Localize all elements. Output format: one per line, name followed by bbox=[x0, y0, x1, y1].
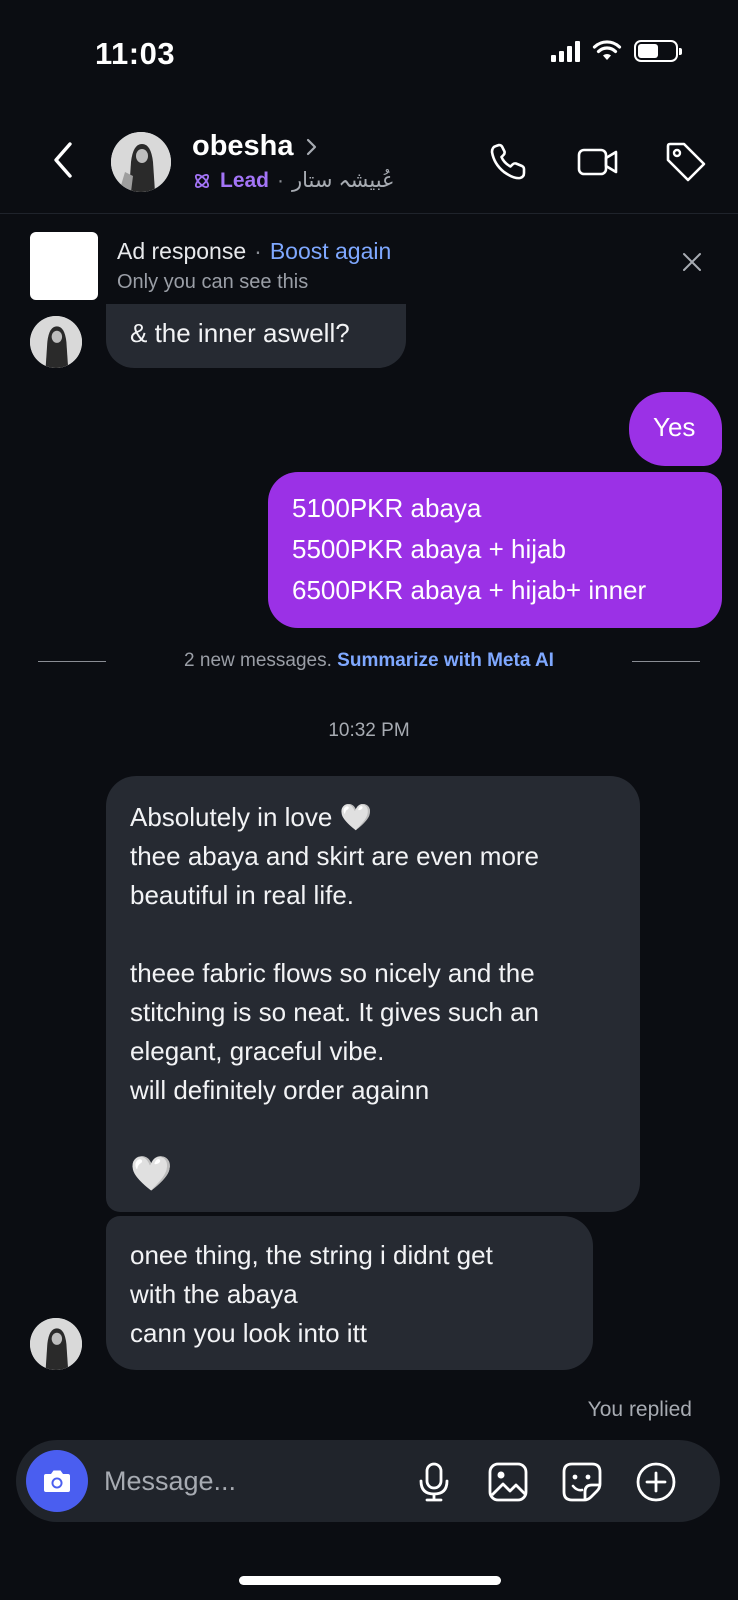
sender-avatar[interactable] bbox=[30, 316, 82, 368]
message-text: thee abaya and skirt are even more bbox=[130, 841, 540, 871]
message-text: onee thing, the string i didnt get bbox=[130, 1240, 493, 1270]
home-indicator[interactable] bbox=[239, 1576, 501, 1585]
camera-icon bbox=[44, 1470, 70, 1492]
lead-icon bbox=[194, 173, 210, 188]
divider-text: 2 new messages. Summarize with Meta AI bbox=[0, 650, 738, 672]
ad-subtitle: Only you can see this bbox=[117, 271, 309, 293]
message-text: 5100PKR abaya bbox=[292, 493, 482, 523]
message-composer bbox=[16, 1440, 720, 1522]
message-text: & the inner aswell? bbox=[130, 318, 350, 348]
cellular-signal-icon bbox=[551, 40, 580, 62]
summarize-link[interactable]: Summarize with Meta AI bbox=[337, 650, 554, 671]
contact-subtitle: Lead · عُبیشہ ستار bbox=[192, 168, 395, 193]
back-icon[interactable] bbox=[44, 140, 84, 180]
contact-avatar[interactable] bbox=[111, 132, 171, 192]
ad-title: Ad response bbox=[117, 238, 247, 264]
contact-name-row[interactable]: obesha bbox=[192, 130, 320, 163]
contact-name[interactable]: obesha bbox=[192, 130, 294, 163]
message-text: will definitely order againn bbox=[130, 1075, 430, 1105]
contact-handle: عُبیشہ ستار bbox=[292, 169, 395, 192]
video-call-icon[interactable] bbox=[576, 140, 620, 184]
microphone-icon[interactable] bbox=[412, 1460, 456, 1504]
message-text: 6500PKR abaya + hijab+ inner bbox=[292, 575, 647, 605]
message-text bbox=[130, 915, 616, 954]
status-icons bbox=[551, 40, 682, 62]
message-text: beautiful in real life. bbox=[130, 880, 355, 910]
message-text: stitching is so neat. It gives such an bbox=[130, 997, 539, 1027]
sticker-icon[interactable] bbox=[560, 1460, 604, 1504]
chat-header: obesha Lead · عُبیشہ ستار bbox=[0, 110, 738, 214]
close-icon[interactable] bbox=[680, 250, 704, 274]
lead-label: Lead bbox=[220, 168, 270, 192]
message-bubble-incoming[interactable]: onee thing, the string i didnt get with … bbox=[106, 1216, 593, 1370]
divider-line bbox=[632, 661, 700, 662]
battery-level bbox=[638, 44, 658, 58]
new-messages-divider: 2 new messages. Summarize with Meta AI bbox=[0, 648, 738, 678]
status-bar: 11:03 bbox=[0, 0, 738, 110]
message-bubble-outgoing[interactable]: Yes bbox=[629, 392, 722, 466]
gallery-icon[interactable] bbox=[486, 1460, 530, 1504]
you-replied-label: You replied bbox=[587, 1398, 692, 1421]
message-text: theee fabric flows so nicely and the bbox=[130, 958, 535, 988]
message-text: 🤍 bbox=[130, 1155, 173, 1193]
message-bubble-incoming[interactable]: Absolutely in love 🤍 thee abaya and skir… bbox=[106, 776, 640, 1212]
ad-separator: · bbox=[254, 238, 262, 264]
ad-title-row: Ad response · Boost again bbox=[117, 238, 391, 265]
subtitle-separator: · bbox=[277, 168, 285, 192]
message-timestamp: 10:32 PM bbox=[328, 720, 410, 741]
message-text: Yes bbox=[653, 412, 696, 442]
camera-button[interactable] bbox=[26, 1450, 88, 1512]
boost-again-link[interactable]: Boost again bbox=[270, 238, 391, 265]
sender-avatar[interactable] bbox=[30, 1318, 82, 1370]
plus-icon[interactable] bbox=[634, 1460, 678, 1504]
message-input[interactable] bbox=[104, 1458, 404, 1504]
message-text: cann you look into itt bbox=[130, 1318, 368, 1348]
new-messages-count: 2 new messages. bbox=[184, 650, 332, 671]
battery-icon bbox=[634, 40, 682, 62]
wifi-icon bbox=[592, 40, 622, 60]
phone-icon[interactable] bbox=[486, 140, 530, 184]
tag-icon[interactable] bbox=[664, 140, 708, 184]
message-text: with the abaya bbox=[130, 1279, 298, 1309]
message-bubble-outgoing[interactable]: 5100PKR abaya 5500PKR abaya + hijab 6500… bbox=[268, 472, 722, 628]
message-text: Absolutely in love 🤍 bbox=[130, 802, 372, 832]
message-text: elegant, graceful vibe. bbox=[130, 1036, 385, 1066]
status-time: 11:03 bbox=[95, 36, 176, 71]
ad-response-banner: Ad response · Boost again Only you can s… bbox=[0, 214, 738, 304]
message-text bbox=[130, 1110, 616, 1149]
message-text: 5500PKR abaya + hijab bbox=[292, 534, 566, 564]
chevron-right-icon bbox=[306, 138, 316, 155]
message-bubble-incoming[interactable]: & the inner aswell? bbox=[106, 304, 406, 368]
ad-thumbnail[interactable] bbox=[30, 232, 98, 300]
